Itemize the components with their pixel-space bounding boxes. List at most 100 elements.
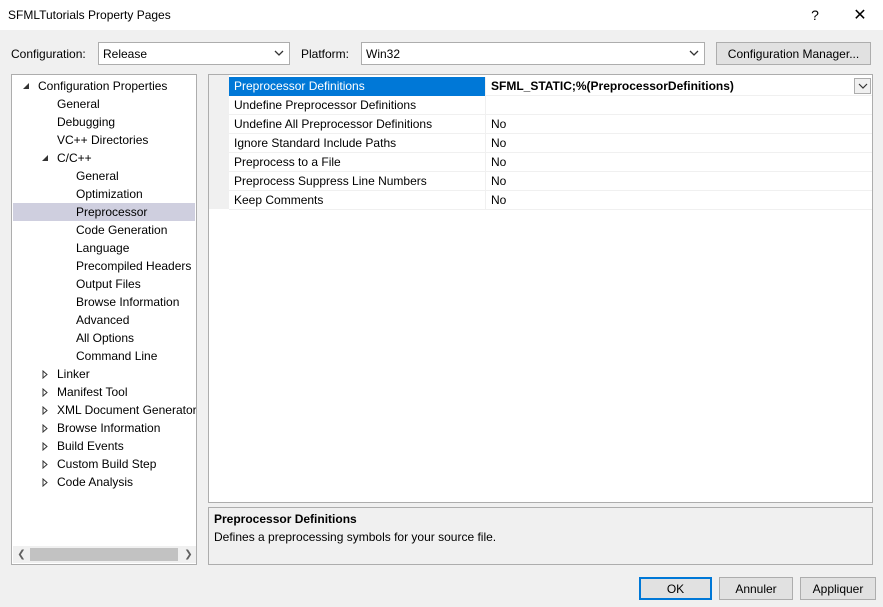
property-tree[interactable]: Configuration Properties General Debugging…	[11, 74, 197, 565]
tree-item[interactable]: Browse Information	[13, 419, 195, 437]
apply-button[interactable]: Appliquer	[800, 577, 876, 600]
property-name[interactable]: Undefine All Preprocessor Definitions	[229, 115, 486, 134]
tree-item-label: Browse Information	[76, 295, 180, 309]
tree-item-label: XML Document Generator	[57, 403, 197, 417]
property-value[interactable]: No	[487, 115, 872, 134]
tree-item[interactable]: All Options	[13, 329, 195, 347]
property-value[interactable]: No	[487, 172, 872, 191]
help-button[interactable]: ?	[792, 0, 838, 30]
triangle-right-icon[interactable]	[40, 455, 50, 473]
property-value[interactable]: SFML_STATIC;%(PreprocessorDefinitions)	[487, 77, 872, 96]
configuration-manager-button[interactable]: Configuration Manager...	[716, 42, 871, 65]
tree-item-label: Optimization	[76, 187, 143, 201]
tree-item-label: Custom Build Step	[57, 457, 157, 471]
description-panel: Preprocessor Definitions Defines a prepr…	[208, 507, 873, 565]
triangle-right-icon[interactable]	[40, 365, 50, 383]
triangle-right-icon[interactable]	[40, 419, 50, 437]
property-name[interactable]: Undefine Preprocessor Definitions	[229, 96, 486, 115]
tree-item[interactable]: Debugging	[13, 113, 195, 131]
tree-item[interactable]: General	[13, 95, 195, 113]
tree-item[interactable]: Manifest Tool	[13, 383, 195, 401]
triangle-down-right-icon[interactable]	[40, 149, 50, 167]
platform-value: Win32	[366, 46, 401, 61]
close-button[interactable]: ✕	[837, 0, 883, 30]
tree-item-label: Build Events	[57, 439, 124, 453]
tree-item[interactable]: VC++ Directories	[13, 131, 195, 149]
property-name[interactable]: Preprocess to a File	[229, 153, 486, 172]
platform-combo[interactable]: Win32	[361, 42, 705, 65]
triangle-right-icon[interactable]	[40, 473, 50, 491]
scroll-thumb[interactable]	[30, 548, 178, 561]
tree-item-label: Linker	[57, 367, 90, 381]
tree-item[interactable]: Output Files	[13, 275, 195, 293]
property-name[interactable]: Keep Comments	[229, 191, 486, 210]
scroll-right-icon[interactable]: ❯	[180, 546, 196, 563]
property-value[interactable]: No	[487, 191, 872, 210]
grid-row[interactable]: Undefine All Preprocessor Definitions No	[229, 115, 872, 134]
tree-item[interactable]: General	[13, 167, 195, 185]
chevron-down-icon[interactable]	[854, 78, 871, 94]
tree-item-label: Preprocessor	[76, 205, 148, 219]
tree-item[interactable]: Precompiled Headers	[13, 257, 195, 275]
triangle-down-right-icon[interactable]	[21, 77, 31, 95]
horizontal-scrollbar[interactable]: ❮ ❯	[13, 546, 196, 563]
tree-item[interactable]: Build Events	[13, 437, 195, 455]
tree-item-label: Browse Information	[57, 421, 161, 435]
tree-item-label: All Options	[76, 331, 135, 345]
property-name[interactable]: Ignore Standard Include Paths	[229, 134, 486, 153]
cancel-button[interactable]: Annuler	[719, 577, 793, 600]
tree-item[interactable]: Browse Information	[13, 293, 195, 311]
property-name[interactable]: Preprocessor Definitions	[229, 77, 486, 96]
tree-item[interactable]: Code Generation	[13, 221, 195, 239]
tree-item-label: C/C++	[57, 151, 92, 165]
tree-item[interactable]: Language	[13, 239, 195, 257]
window-title: SFMLTutorials Property Pages	[8, 8, 171, 22]
chevron-down-icon	[274, 50, 284, 56]
tree-item[interactable]: C/C++	[13, 149, 195, 167]
triangle-right-icon[interactable]	[40, 401, 50, 419]
grid-row[interactable]: Preprocessor Definitions SFML_STATIC;%(Pr…	[229, 77, 872, 96]
description-title: Preprocessor Definitions	[214, 512, 357, 526]
scroll-left-icon[interactable]: ❮	[13, 546, 30, 563]
tree-item-label: Precompiled Headers	[76, 259, 192, 273]
title-bar: SFMLTutorials Property Pages ? ✕	[0, 0, 883, 30]
tree-item[interactable]: Preprocessor	[13, 203, 195, 221]
tree-item-label: VC++ Directories	[57, 133, 149, 147]
grid-row[interactable]: Keep Comments No	[229, 191, 872, 210]
property-name[interactable]: Preprocess Suppress Line Numbers	[229, 172, 486, 191]
tree-item[interactable]: Advanced	[13, 311, 195, 329]
property-value[interactable]: No	[487, 153, 872, 172]
tree-item-label: Output Files	[76, 277, 141, 291]
tree-item-label: General	[57, 97, 100, 111]
tree-item-label: Debugging	[57, 115, 116, 129]
property-grid[interactable]: Preprocessor Definitions SFML_STATIC;%(Pr…	[208, 74, 873, 503]
grid-gutter	[209, 75, 229, 209]
tree-item-label: Command Line	[76, 349, 158, 363]
tree-item[interactable]: Custom Build Step	[13, 455, 195, 473]
grid-row[interactable]: Preprocess Suppress Line Numbers No	[229, 172, 872, 191]
triangle-right-icon[interactable]	[40, 383, 50, 401]
tree-item[interactable]: Linker	[13, 365, 195, 383]
configuration-combo[interactable]: Release	[98, 42, 290, 65]
tree-item-label: Advanced	[76, 313, 130, 327]
tree-item-label: Language	[76, 241, 130, 255]
tree-item[interactable]: XML Document Generator	[13, 401, 197, 419]
tree-item-label: Configuration Properties	[38, 79, 168, 93]
tree-item[interactable]: Command Line	[13, 347, 195, 365]
description-text: Defines a preprocessing symbols for your…	[214, 530, 497, 544]
grid-row[interactable]: Undefine Preprocessor Definitions	[229, 96, 872, 115]
triangle-right-icon[interactable]	[40, 437, 50, 455]
chevron-down-icon	[689, 50, 699, 56]
tree-item-label: Code Analysis	[57, 475, 134, 489]
grid-row[interactable]: Preprocess to a File No	[229, 153, 872, 172]
configuration-label: Configuration:	[11, 47, 86, 61]
tree-item-label: General	[76, 169, 119, 183]
tree-item[interactable]: Configuration Properties	[13, 77, 195, 95]
property-value[interactable]	[487, 96, 872, 115]
tree-item-label: Code Generation	[76, 223, 168, 237]
property-value[interactable]: No	[487, 134, 872, 153]
tree-item[interactable]: Optimization	[13, 185, 195, 203]
ok-button[interactable]: OK	[639, 577, 712, 600]
grid-row[interactable]: Ignore Standard Include Paths No	[229, 134, 872, 153]
tree-item[interactable]: Code Analysis	[13, 473, 195, 491]
